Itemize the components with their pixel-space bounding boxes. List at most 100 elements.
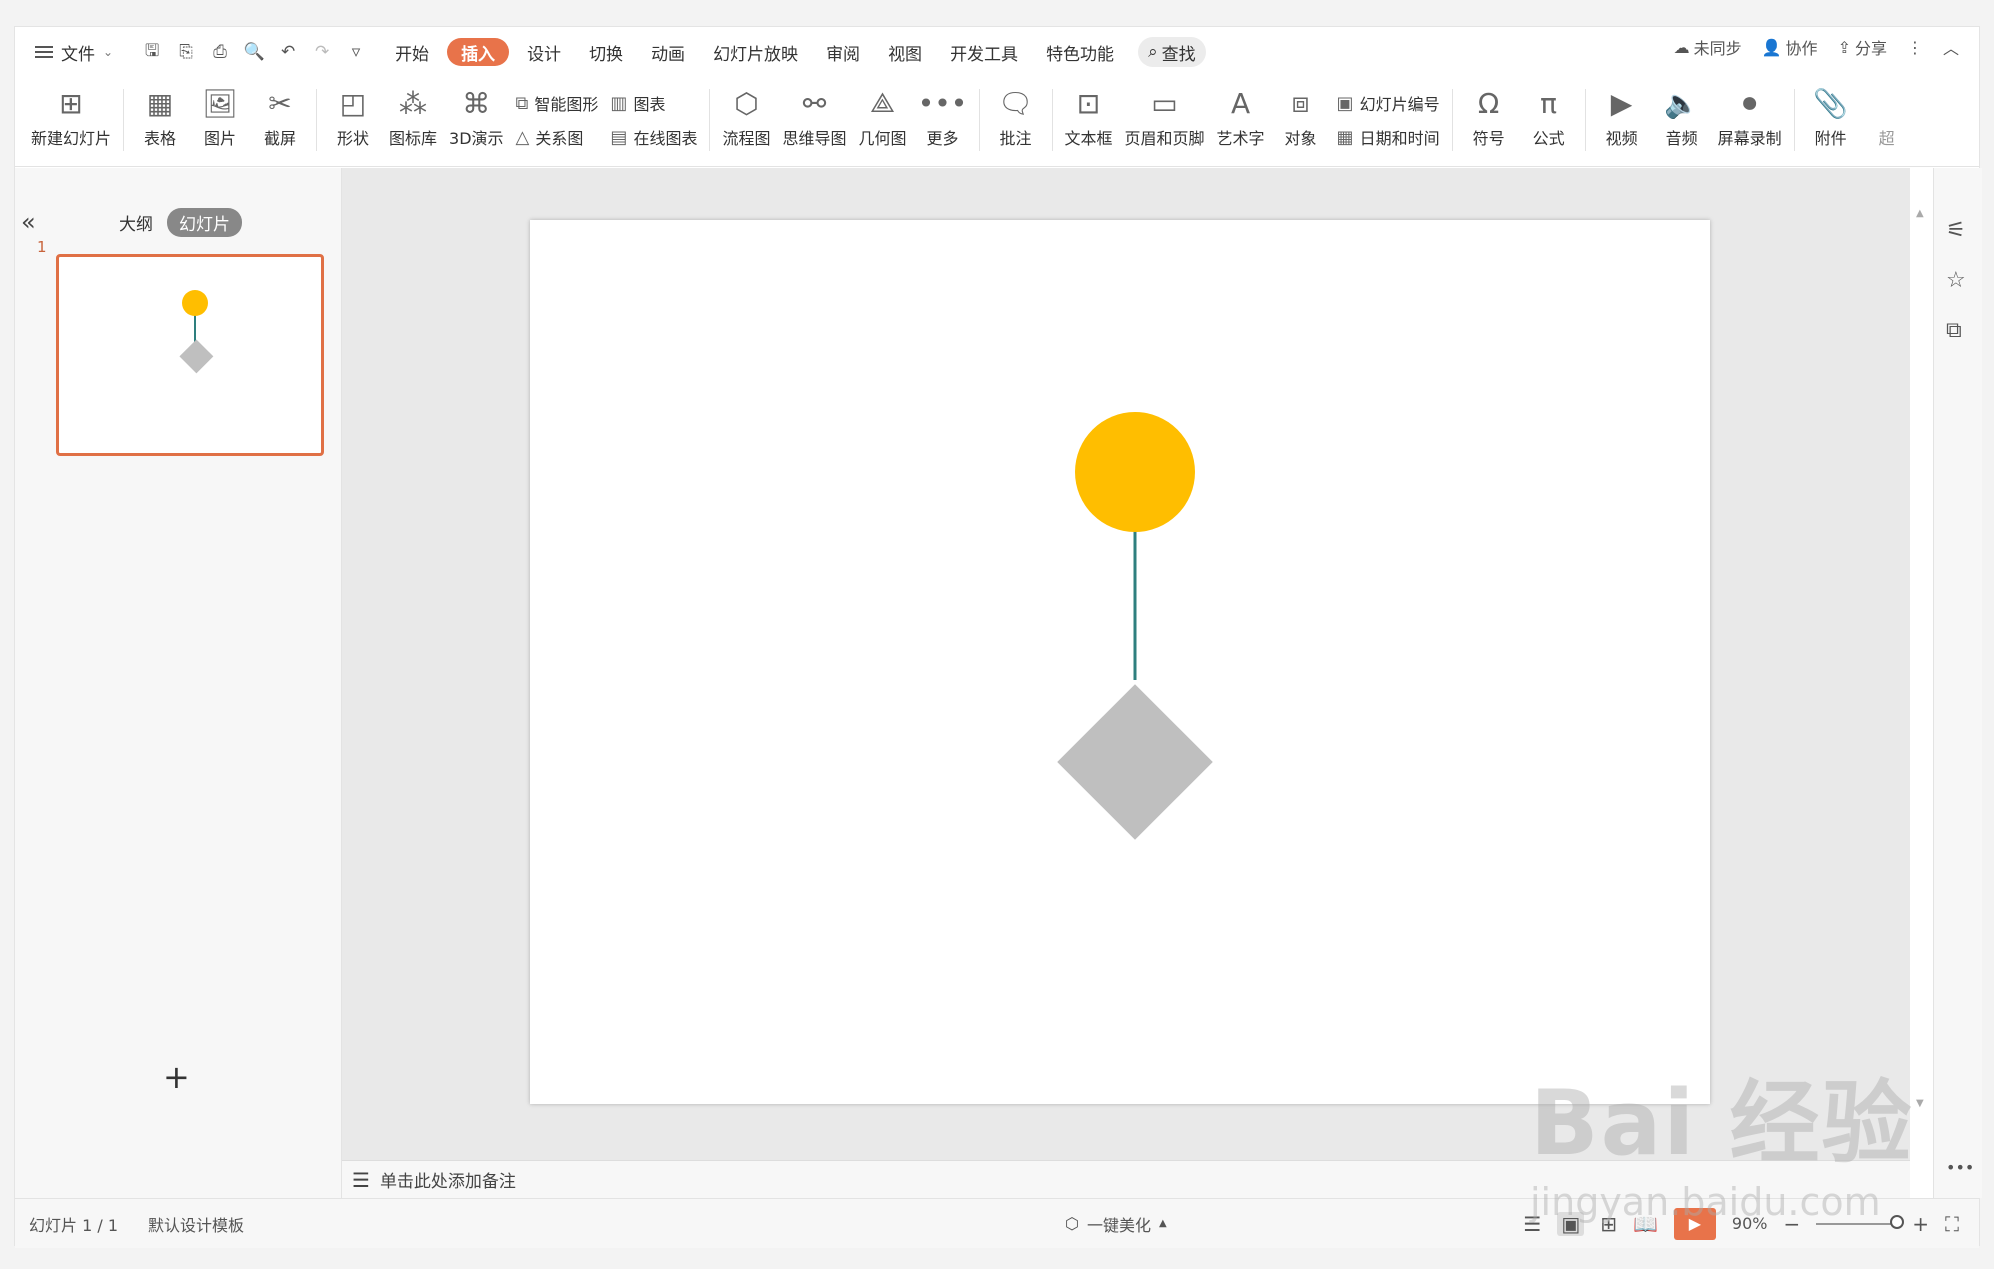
more-button[interactable]: ••• 更多 [913, 77, 973, 149]
tab-view[interactable]: 视图 [874, 35, 936, 69]
collapse-ribbon-icon[interactable]: ︿ [1943, 35, 1959, 59]
table-button[interactable]: ▦ 表格 [130, 77, 190, 149]
share-button[interactable]: ⇪ 分享 [1838, 35, 1887, 59]
zoom-slider-thumb[interactable] [1890, 1214, 1905, 1229]
collab-button[interactable]: 👤 协作 [1762, 35, 1818, 59]
pi-icon: π [1540, 86, 1557, 120]
geometry-icon: ⟁ [869, 86, 895, 119]
add-slide-button[interactable]: + [163, 1058, 190, 1096]
3d-demo-button[interactable]: ⌘ 3D演示 [443, 77, 510, 149]
more-horizontal-icon[interactable]: ••• [1946, 1158, 1974, 1177]
online-chart-button[interactable]: ▤ 在线图表 [610, 125, 697, 149]
save-icon[interactable]: 🖫 [137, 37, 167, 67]
symbol-button[interactable]: Ω 符号 [1459, 77, 1519, 149]
copy-icon[interactable]: ⧉ [1946, 318, 1962, 343]
online-chart-icon: ▤ [610, 126, 628, 148]
new-slide-label: 新建幻灯片 [31, 129, 112, 148]
video-icon: ▶ [1610, 86, 1633, 120]
export-icon[interactable]: ⎘ [171, 37, 201, 67]
tab-transition[interactable]: 切换 [575, 35, 637, 69]
formula-button[interactable]: π 公式 [1519, 77, 1579, 149]
file-menu[interactable]: 文件 ⌄ [15, 35, 127, 69]
date-time-button[interactable]: ▦ 日期和时间 [1337, 125, 1440, 149]
flowchart-button[interactable]: ⬡ 流程图 [716, 77, 776, 149]
tab-slides[interactable]: 幻灯片 [167, 208, 242, 237]
chart-icon: ▥ [610, 92, 628, 114]
tab-design[interactable]: 设计 [513, 35, 575, 69]
gray-diamond-shape[interactable] [1057, 684, 1213, 840]
settings-sliders-icon[interactable]: ⚟ [1946, 218, 1966, 243]
beautify-button[interactable]: ⬡ 一键美化 ▲ [1065, 1199, 1167, 1248]
slide-number-button[interactable]: ▣ 幻灯片编号 [1337, 91, 1440, 115]
tab-slideshow[interactable]: 幻灯片放映 [699, 35, 812, 69]
zoom-in-icon[interactable]: + [1912, 1212, 1929, 1236]
shape-button[interactable]: ◰ 形状 [323, 77, 383, 149]
chart-label: 图表 [633, 95, 666, 114]
redo-icon[interactable]: ↷ [307, 37, 337, 67]
table-label: 表格 [144, 129, 177, 148]
thumbnail-preview [179, 290, 214, 374]
collapse-panel-icon[interactable]: « [21, 208, 36, 236]
textbox-button[interactable]: ⊡ 文本框 [1059, 77, 1119, 149]
divider [316, 89, 318, 151]
tab-outline[interactable]: 大纲 [119, 210, 153, 235]
divider [1793, 89, 1795, 151]
slide-canvas[interactable] [530, 220, 1710, 1104]
print-icon[interactable]: ⎙ [205, 37, 235, 67]
new-slide-button[interactable]: ⊞ 新建幻灯片 [25, 77, 117, 149]
mindmap-button[interactable]: ⚯ 思维导图 [776, 77, 852, 149]
print-preview-icon[interactable]: 🔍 [239, 37, 269, 67]
more-vertical-icon[interactable]: ⋮ [1907, 38, 1923, 57]
smart-art-button[interactable]: ⧉ 智能图形 [516, 91, 599, 115]
yellow-circle-shape[interactable] [1075, 412, 1195, 532]
flowchart-label: 流程图 [722, 129, 771, 148]
scroll-up-icon[interactable]: ▲ [1916, 208, 1924, 219]
relation-icon: △ [515, 126, 530, 148]
tab-features[interactable]: 特色功能 [1032, 35, 1128, 69]
video-button[interactable]: ▶ 视频 [1592, 77, 1652, 149]
scroll-down-icon[interactable]: ▼ [1916, 1098, 1924, 1109]
attachment-button[interactable]: 📎 附件 [1801, 77, 1861, 149]
audio-button[interactable]: 🔈 音频 [1652, 77, 1712, 149]
hyperlink-button[interactable]: 超 [1861, 77, 1913, 149]
vertical-scrollbar[interactable]: ▲ ▼ [1911, 168, 1931, 1158]
screen-record-label: 屏幕录制 [1717, 129, 1782, 148]
flowchart-icon: ⬡ [734, 86, 759, 120]
textbox-label: 文本框 [1064, 129, 1113, 148]
template-name[interactable]: 默认设计模板 [148, 1212, 244, 1236]
comment-button[interactable]: 🗨 批注 [986, 77, 1046, 149]
tab-animation[interactable]: 动画 [637, 35, 699, 69]
slide-thumbnail[interactable] [56, 254, 324, 456]
relation-button[interactable]: △ 关系图 [516, 125, 599, 149]
object-button[interactable]: ⧈ 对象 [1271, 77, 1331, 149]
slide-number-label: 幻灯片编号 [1359, 95, 1440, 114]
tab-developer[interactable]: 开发工具 [936, 35, 1032, 69]
screenshot-button[interactable]: ✂ 截屏 [250, 77, 310, 149]
tab-home[interactable]: 开始 [381, 35, 443, 69]
customize-icon[interactable]: ▿ [341, 37, 371, 67]
screen-record-button[interactable]: ⏺ 屏幕录制 [1712, 77, 1788, 149]
star-icon[interactable]: ☆ [1946, 268, 1966, 293]
wordart-button[interactable]: A 艺术字 [1211, 77, 1271, 149]
comment-label: 批注 [999, 129, 1032, 148]
header-footer-button[interactable]: ▭ 页眉和页脚 [1119, 77, 1211, 149]
icon-library-label: 图标库 [389, 129, 438, 148]
sync-button[interactable]: ☁ 未同步 [1674, 35, 1742, 59]
collab-label: 协作 [1785, 39, 1818, 58]
more-label: 更多 [926, 129, 959, 148]
icon-library-icon: ⁂ [399, 86, 428, 120]
undo-icon[interactable]: ↶ [273, 37, 303, 67]
search-button[interactable]: ⌕ 查找 [1138, 37, 1206, 67]
slide-panel: « 大纲 幻灯片 1 + [15, 168, 342, 1198]
icon-library-button[interactable]: ⁂ 图标库 [383, 77, 443, 149]
tab-insert[interactable]: 插入 [447, 38, 510, 66]
fit-window-icon[interactable]: ⛶ [1945, 1212, 1959, 1236]
geometry-button[interactable]: ⟁ 几何图 [852, 77, 912, 149]
picture-icon: 🖼 [202, 86, 238, 120]
picture-button[interactable]: 🖼 图片 [190, 77, 250, 149]
chart-button[interactable]: ▥ 图表 [610, 91, 697, 115]
wordart-label: 艺术字 [1216, 129, 1265, 148]
user-add-icon: 👤 [1761, 37, 1782, 57]
tab-review[interactable]: 审阅 [812, 35, 874, 69]
hyperlink-label: 超 [1878, 129, 1895, 148]
